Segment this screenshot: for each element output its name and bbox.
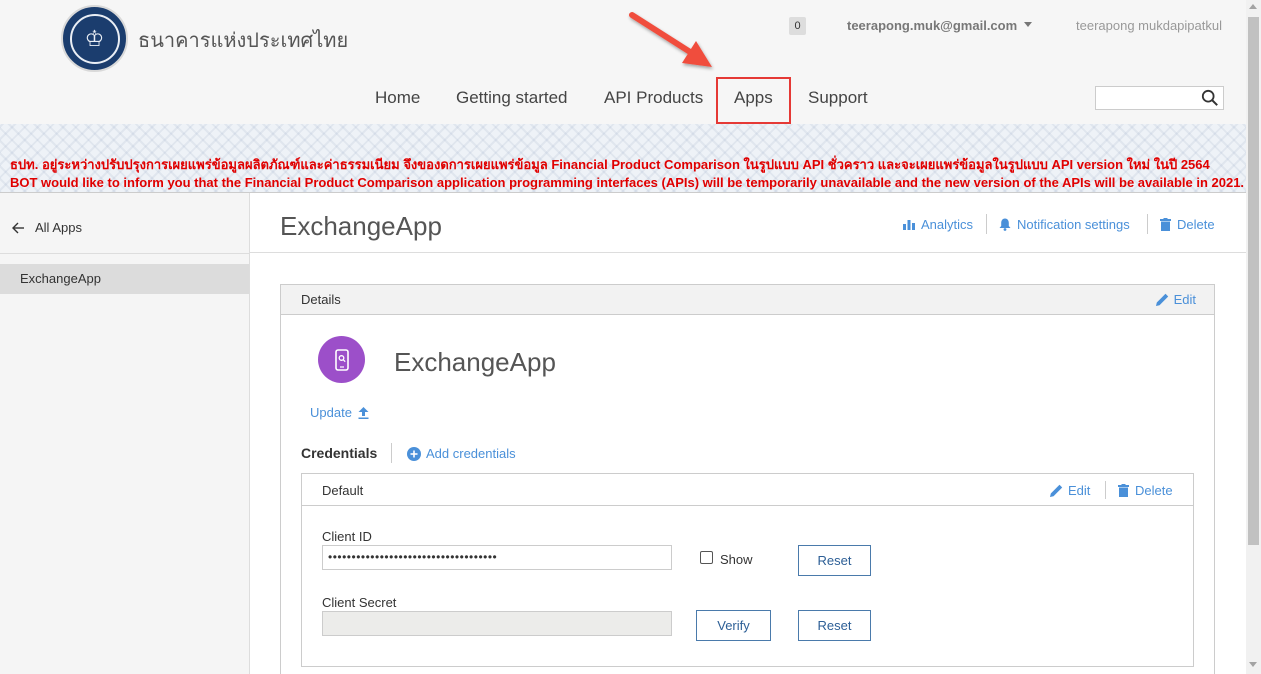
client-secret-label: Client Secret: [322, 595, 397, 610]
scrollbar-thumb[interactable]: [1248, 17, 1259, 545]
verify-button[interactable]: Verify: [696, 610, 771, 641]
page-title: ExchangeApp: [280, 211, 442, 241]
client-id-field[interactable]: ••••••••••••••••••••••••••••••••••••: [322, 545, 672, 570]
trash-icon: [1160, 218, 1171, 231]
delete-label: Delete: [1135, 483, 1173, 498]
site-header: ♔ ธนาคารแห่งประเทศไทย 0 teerapong.muk@gm…: [0, 0, 1246, 124]
divider: [250, 252, 1246, 253]
nav-api-products[interactable]: API Products: [604, 88, 703, 108]
show-label[interactable]: Show: [720, 552, 753, 567]
edit-details-link[interactable]: Edit: [1155, 292, 1196, 307]
plus-circle-icon: [407, 446, 421, 461]
mobile-app-icon: [334, 348, 349, 371]
banner-text-english: BOT would like to inform you that the Fi…: [10, 175, 1245, 190]
edit-credential-link[interactable]: Edit: [1050, 483, 1090, 498]
reset-client-secret-button[interactable]: Reset: [798, 610, 871, 641]
sidebar-item-exchangeapp[interactable]: ExchangeApp: [0, 264, 249, 294]
reset-client-id-button[interactable]: Reset: [798, 545, 871, 576]
edit-label: Edit: [1068, 483, 1091, 498]
notification-settings-link[interactable]: Notification settings: [999, 217, 1130, 232]
all-apps-label: All Apps: [35, 220, 82, 235]
credential-title: Default: [322, 483, 364, 498]
pencil-icon: [1155, 293, 1168, 306]
pencil-icon: [1050, 484, 1063, 497]
client-id-label: Client ID: [322, 529, 372, 544]
arrow-left-icon: [12, 222, 24, 233]
add-credentials-link[interactable]: Add credentials: [407, 446, 516, 461]
add-credentials-label: Add credentials: [426, 446, 516, 461]
delete-credential-link[interactable]: Delete: [1118, 483, 1173, 498]
show-checkbox[interactable]: [700, 551, 713, 564]
divider: [391, 443, 392, 463]
nav-getting-started[interactable]: Getting started: [456, 88, 568, 108]
brand-name[interactable]: ธนาคารแห่งประเทศไทย: [138, 24, 348, 56]
scroll-up-icon[interactable]: [1249, 4, 1257, 9]
credentials-heading: Credentials: [301, 445, 378, 461]
search-input[interactable]: [1095, 86, 1224, 110]
credential-header: Default Edit Delete: [302, 474, 1193, 506]
app-name: ExchangeApp: [394, 347, 556, 377]
details-header: Details Edit: [281, 285, 1214, 315]
analytics-link[interactable]: Analytics: [903, 217, 973, 232]
notification-settings-label: Notification settings: [1017, 217, 1130, 232]
notification-count-badge[interactable]: 0: [789, 17, 806, 35]
sidebar: All Apps ExchangeApp: [0, 193, 250, 674]
highlight-box: [716, 77, 791, 124]
bell-icon: [999, 218, 1011, 231]
edit-label: Edit: [1173, 292, 1196, 307]
app-icon: [318, 336, 365, 383]
divider: [1147, 214, 1148, 234]
nav-support[interactable]: Support: [808, 88, 868, 108]
divider: [0, 253, 249, 254]
update-label: Update: [310, 405, 352, 420]
update-icon-link[interactable]: Update: [310, 405, 369, 420]
divider: [1105, 481, 1106, 499]
delete-label: Delete: [1177, 217, 1215, 232]
all-apps-link[interactable]: All Apps: [12, 220, 82, 235]
banner-text-thai: ธปท. อยู่ระหว่างปรับปรุงการเผยแพร่ข้อมูล…: [10, 157, 1210, 172]
divider: [986, 214, 987, 234]
delete-app-link[interactable]: Delete: [1160, 217, 1215, 232]
red-arrow-annotation: [629, 12, 712, 67]
announcement-banner: ธปท. อยู่ระหว่างปรับปรุงการเผยแพร่ข้อมูล…: [0, 124, 1246, 193]
scrollbar[interactable]: [1246, 0, 1261, 674]
trash-icon: [1118, 484, 1129, 497]
nav-home[interactable]: Home: [375, 88, 420, 108]
scroll-down-icon[interactable]: [1249, 662, 1257, 667]
search-icon[interactable]: [1201, 89, 1219, 107]
client-secret-field[interactable]: [322, 611, 672, 636]
upload-icon: [358, 406, 369, 419]
analytics-label: Analytics: [921, 217, 974, 232]
chevron-down-icon[interactable]: [1024, 22, 1032, 27]
user-name[interactable]: teerapong mukdapipatkul: [1076, 18, 1222, 33]
details-title: Details: [301, 292, 341, 307]
bar-chart-icon: [903, 220, 915, 230]
bank-logo[interactable]: ♔: [61, 5, 128, 72]
user-email-menu[interactable]: teerapong.muk@gmail.com: [847, 18, 1017, 33]
emblem-icon: ♔: [69, 13, 120, 64]
